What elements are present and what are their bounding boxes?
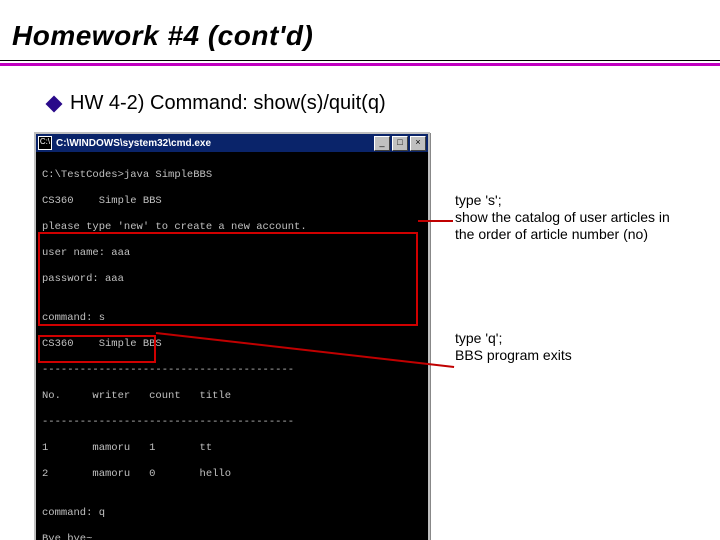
cmd-line: password: aaa xyxy=(42,273,422,286)
cmd-line: 1 mamoru 1 tt xyxy=(42,442,422,455)
annotation-line: show the catalog of user articles in xyxy=(455,209,705,226)
annotation-quit: type 'q'; BBS program exits xyxy=(455,330,705,364)
cmd-line: C:\TestCodes>java SimpleBBS xyxy=(42,169,422,182)
minimize-button[interactable]: _ xyxy=(374,136,390,151)
bullet-row: HW 4-2) Command: show(s)/quit(q) xyxy=(48,92,386,115)
window-buttons: _ □ × xyxy=(374,136,426,151)
cmd-line: user name: aaa xyxy=(42,247,422,260)
annotation-line: type 's'; xyxy=(455,192,705,209)
cmd-icon: C:\ xyxy=(38,136,52,150)
slide-title: Homework #4 (cont'd) xyxy=(12,20,313,52)
cmd-line: Bye bye~ xyxy=(42,533,422,540)
cmd-line: 2 mamoru 0 hello xyxy=(42,468,422,481)
cmd-line: please type 'new' to create a new accoun… xyxy=(42,221,422,234)
cmd-titlebar: C:\ C:\WINDOWS\system32\cmd.exe _ □ × xyxy=(36,134,428,152)
cmd-line: No. writer count title xyxy=(42,390,422,403)
bullet-diamond-icon xyxy=(46,95,63,112)
callout-line-show xyxy=(418,220,453,222)
cmd-line: ---------------------------------------- xyxy=(42,364,422,377)
cmd-line: CS360 Simple BBS xyxy=(42,195,422,208)
close-button[interactable]: × xyxy=(410,136,426,151)
annotation-line: BBS program exits xyxy=(455,347,705,364)
annotation-line: type 'q'; xyxy=(455,330,705,347)
cmd-line: ---------------------------------------- xyxy=(42,416,422,429)
cmd-line: command: s xyxy=(42,312,422,325)
title-rule xyxy=(0,60,720,66)
bullet-text: HW 4-2) Command: show(s)/quit(q) xyxy=(70,92,386,115)
page-number: 20 xyxy=(0,504,720,520)
cmd-window: C:\ C:\WINDOWS\system32\cmd.exe _ □ × C:… xyxy=(34,132,430,540)
maximize-button[interactable]: □ xyxy=(392,136,408,151)
cmd-body: C:\TestCodes>java SimpleBBS CS360 Simple… xyxy=(36,152,428,540)
cmd-window-title: C:\WINDOWS\system32\cmd.exe xyxy=(56,138,211,149)
annotation-line: the order of article number (no) xyxy=(455,226,705,243)
annotation-show: type 's'; show the catalog of user artic… xyxy=(455,192,705,243)
